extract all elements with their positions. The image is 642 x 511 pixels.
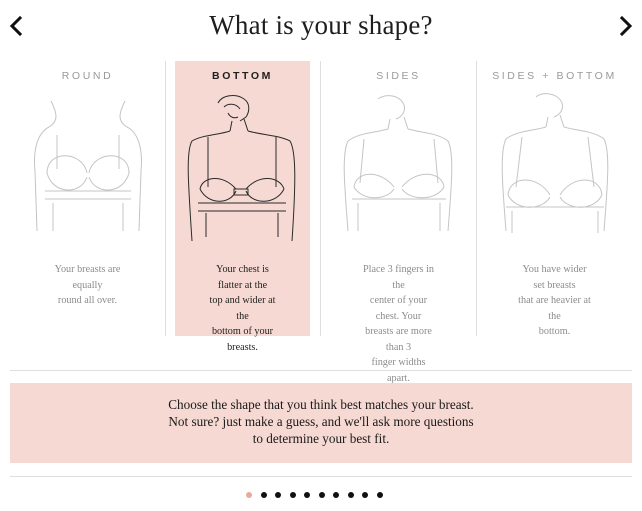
shape-description: Your breasts are equally round all over. bbox=[54, 264, 121, 306]
shape-option-sides-bottom[interactable]: SIDES + BOTTOM You have wider set breast… bbox=[477, 61, 632, 337]
page-dot[interactable] bbox=[376, 492, 383, 498]
page-dot[interactable] bbox=[347, 492, 354, 498]
column-divider bbox=[165, 61, 166, 336]
instruction-line: Choose the shape that you think best mat… bbox=[168, 397, 474, 412]
instructions-panel: Choose the shape that you think best mat… bbox=[10, 383, 632, 463]
page-dot[interactable] bbox=[260, 492, 267, 498]
instruction-line: Not sure? just make a guess, and we'll a… bbox=[168, 414, 474, 429]
sides-shape-illustration bbox=[334, 91, 464, 241]
page-dot[interactable] bbox=[246, 492, 252, 498]
page-dot[interactable] bbox=[275, 492, 281, 498]
next-button[interactable] bbox=[616, 14, 636, 38]
divider bbox=[10, 370, 632, 371]
shape-option-bottom[interactable]: BOTTOM Your chest is flatter at the top … bbox=[175, 61, 310, 353]
page-dot[interactable] bbox=[289, 492, 296, 498]
round-shape-illustration bbox=[23, 91, 153, 241]
shape-title: SIDES + BOTTOM bbox=[492, 70, 617, 82]
bottom-shape-illustration bbox=[178, 91, 308, 241]
page-title: What is your shape? bbox=[209, 10, 433, 40]
shape-description: You have wider set breasts that are heav… bbox=[518, 264, 591, 337]
page-dot[interactable] bbox=[318, 492, 325, 498]
shape-title: ROUND bbox=[61, 70, 114, 82]
page-dot[interactable] bbox=[304, 492, 310, 498]
shape-description: Place 3 fingers in the center of your ch… bbox=[362, 264, 434, 384]
divider bbox=[10, 476, 632, 477]
shape-title: BOTTOM bbox=[212, 70, 273, 82]
chevron-right-icon bbox=[619, 15, 633, 37]
shape-option-sides[interactable]: SIDES Place 3 fingers in the center of y… bbox=[321, 61, 476, 384]
instruction-line: to determine your best fit. bbox=[252, 431, 390, 446]
shape-title: SIDES bbox=[376, 70, 421, 82]
shape-description: Your chest is flatter at the top and wid… bbox=[209, 264, 276, 353]
shape-options: ROUND Your breasts are equally round all… bbox=[10, 61, 632, 384]
shape-option-round[interactable]: ROUND Your breasts are equally round all… bbox=[10, 61, 165, 336]
sides-bottom-shape-illustration bbox=[490, 91, 620, 241]
page-dot[interactable] bbox=[362, 492, 368, 498]
page-dot[interactable] bbox=[333, 492, 339, 498]
